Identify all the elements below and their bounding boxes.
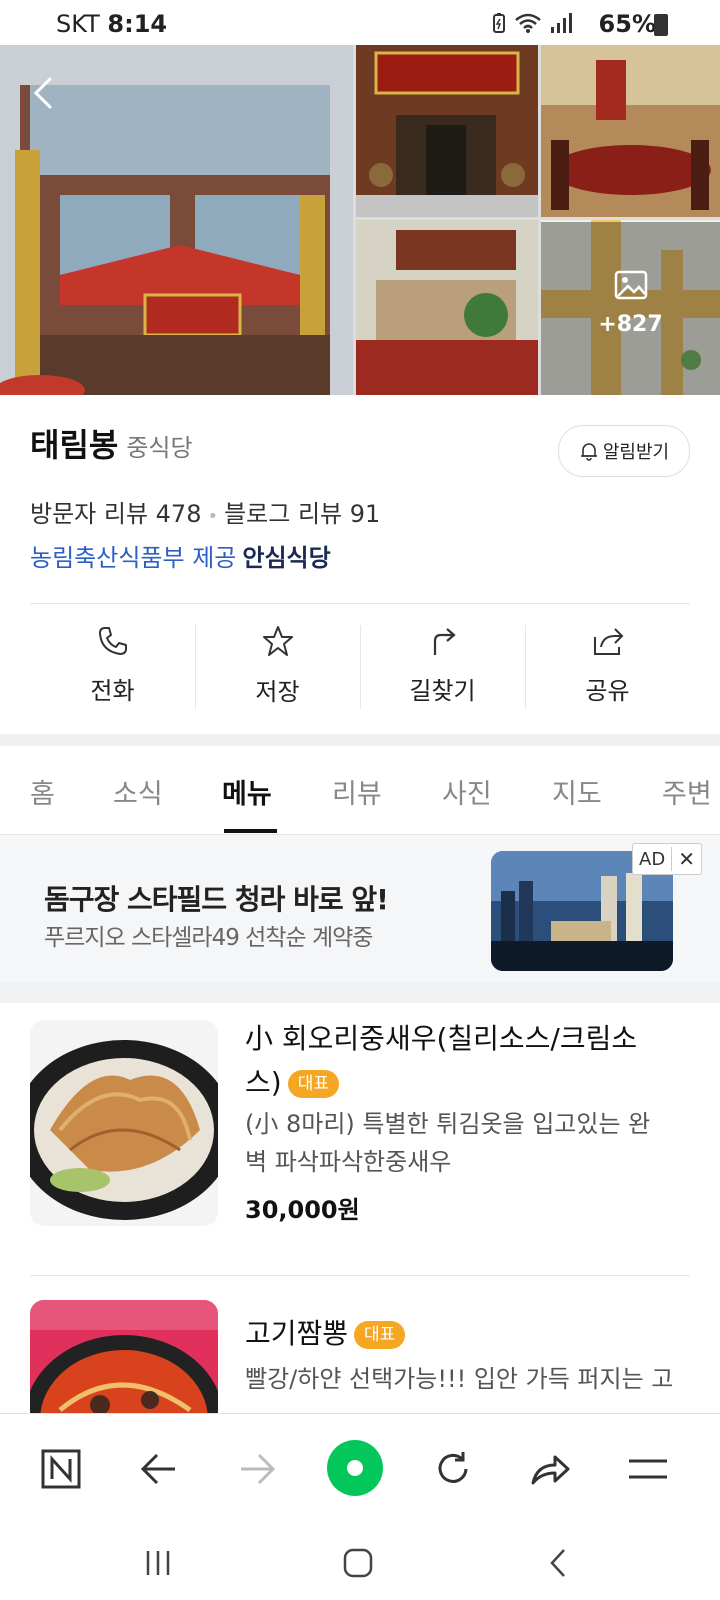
image-icon	[614, 270, 648, 300]
recent-apps-icon[interactable]	[134, 1539, 182, 1587]
battery-saver-icon	[493, 13, 505, 33]
menu-item-image[interactable]	[30, 1020, 218, 1226]
tab-menu[interactable]: 메뉴	[222, 772, 272, 811]
ad-label: AD	[639, 848, 666, 870]
place-category: 중식당	[126, 434, 193, 462]
place-title-row: 태림봉 중식당	[30, 420, 193, 466]
separator-dot: •	[207, 506, 219, 527]
divider	[30, 603, 690, 604]
photo-thumb[interactable]	[356, 220, 538, 395]
safe-restaurant-cert: 농림축산식품부 제공 안심식당	[30, 538, 331, 573]
visitor-review-link[interactable]: 방문자 리뷰 478	[30, 500, 201, 528]
menu-name-line: 고기짬뽕	[245, 1317, 349, 1350]
call-label: 전화	[90, 676, 135, 705]
carrier-time: SKT 8:14	[56, 10, 167, 38]
bell-icon	[580, 443, 597, 461]
blog-review-link[interactable]: 블로그 리뷰 91	[224, 500, 380, 528]
save-label: 저장	[255, 677, 300, 706]
tab-nearby[interactable]: 주변	[662, 772, 712, 811]
back-arrow-icon[interactable]	[132, 1442, 186, 1496]
home-icon[interactable]	[334, 1539, 382, 1587]
cert-label: 안심식당	[242, 544, 331, 572]
battery-percent: 65%	[598, 10, 656, 38]
signal-icon	[551, 13, 572, 33]
share-label: 공유	[585, 676, 630, 705]
tab-home[interactable]: 홈	[30, 772, 55, 811]
more-photos-count: +827	[598, 312, 663, 337]
wifi-icon	[515, 13, 541, 33]
save-button[interactable]: 저장	[195, 605, 360, 725]
menu-name-line: 小 회오리중새우(칠리소스/크림소	[245, 1022, 638, 1055]
menu-name-line: 스)	[245, 1066, 282, 1099]
share-arrow-icon[interactable]	[523, 1442, 577, 1496]
notify-label: 알림받기	[602, 442, 670, 463]
cert-provider: 농림축산식품부 제공	[30, 544, 237, 572]
system-navigation-bar	[0, 1523, 720, 1600]
tab-bar: 홈 소식 메뉴 리뷰 사진 지도 주변	[0, 746, 720, 835]
ad-badge: AD ✕	[632, 843, 702, 875]
directions-button[interactable]: 길찾기	[360, 605, 525, 725]
section-divider	[0, 734, 720, 746]
back-chevron-icon[interactable]	[26, 75, 62, 111]
share-button[interactable]: 공유	[525, 605, 690, 725]
tab-news[interactable]: 소식	[113, 772, 163, 811]
menu-item-price: 30,000원	[245, 1196, 360, 1224]
main-photo[interactable]	[0, 45, 353, 395]
green-dot-icon[interactable]	[325, 1438, 385, 1498]
menu-item-description: (小 8마리) 특별한 튀김옷을 입고있는 완 벽 파삭파삭한중새우	[245, 1105, 685, 1181]
tab-reviews[interactable]: 리뷰	[332, 772, 382, 811]
active-tab-indicator	[224, 829, 277, 833]
ad-title[interactable]: 돔구장 스타필드 청라 바로 앞!	[44, 878, 389, 918]
clock: 8:14	[107, 10, 168, 38]
review-counts: 방문자 리뷰 478 • 블로그 리뷰 91	[30, 494, 380, 529]
menu-icon[interactable]	[621, 1442, 675, 1496]
photo-thumb[interactable]: my	[541, 45, 720, 217]
action-bar: 전화 저장 길찾기 공유	[30, 605, 690, 725]
tab-photos[interactable]: 사진	[442, 772, 492, 811]
back-icon[interactable]	[534, 1539, 582, 1587]
share-icon	[593, 627, 623, 655]
photo-thumb[interactable]	[356, 45, 538, 217]
ad-subtitle: 푸르지오 스타셀라49 선착순 계약중	[44, 925, 373, 951]
star-icon	[262, 625, 293, 656]
menu-item-name[interactable]: 小 회오리중새우(칠리소스/크림소 스) 대표	[245, 1017, 685, 1105]
menu-desc-line: 벽 파삭파삭한중새우	[245, 1148, 452, 1176]
menu-desc-line: (小 8마리) 특별한 튀김옷을 입고있는 완	[245, 1110, 651, 1138]
refresh-icon[interactable]	[426, 1442, 480, 1496]
carrier: SKT	[56, 10, 100, 38]
place-name: 태림봉	[30, 426, 119, 464]
phone-icon	[98, 626, 127, 655]
directions-icon	[433, 627, 456, 655]
signature-badge: 대표	[354, 1321, 406, 1349]
naver-home-icon[interactable]	[34, 1442, 88, 1496]
status-icons	[492, 12, 572, 34]
more-photos-overlay[interactable]: +827	[541, 222, 720, 395]
notify-button[interactable]: 알림받기	[558, 425, 690, 477]
battery-icon	[654, 14, 668, 36]
tab-map[interactable]: 지도	[552, 772, 602, 811]
status-bar: SKT 8:14 65%	[0, 0, 720, 46]
browser-toolbar	[0, 1413, 720, 1524]
ad-close-icon[interactable]: ✕	[671, 847, 701, 871]
menu-item-name[interactable]: 고기짬뽕 대표	[245, 1312, 685, 1356]
section-divider	[0, 983, 720, 1003]
call-button[interactable]: 전화	[30, 605, 195, 725]
divider	[30, 1275, 690, 1276]
signature-badge: 대표	[287, 1070, 339, 1098]
forward-arrow-icon	[230, 1442, 284, 1496]
menu-item-description: 빨강/하얀 선택가능!!! 입안 가득 퍼지는 고	[245, 1365, 674, 1393]
directions-label: 길찾기	[409, 676, 476, 705]
